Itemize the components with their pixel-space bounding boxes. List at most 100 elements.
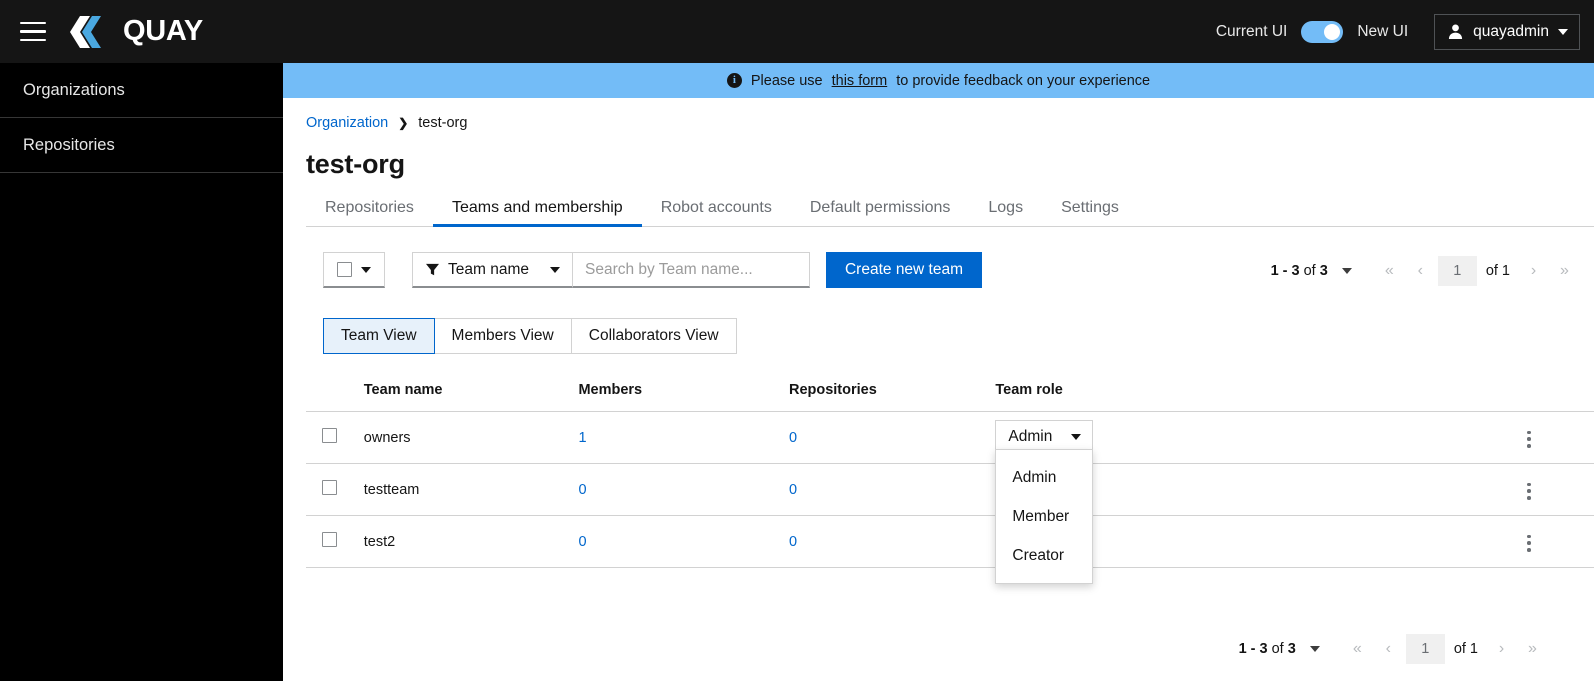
new-ui-label: New UI: [1357, 22, 1409, 40]
pagination-summary: 1 - 3 of 3: [1239, 641, 1296, 657]
view-toggle-team[interactable]: Team View: [323, 318, 435, 354]
tab-label: Settings: [1061, 199, 1119, 216]
sidebar-navigation: Organizations Repositories: [0, 63, 283, 681]
pagination-total-pages: of 1: [1485, 262, 1510, 279]
bulk-select-dropdown[interactable]: [323, 252, 385, 288]
cell-members: 0: [578, 463, 789, 516]
cell-members: 1: [578, 411, 789, 464]
table-row: testteam 0 0 Member: [306, 463, 1594, 516]
user-menu-button[interactable]: quayadmin: [1434, 13, 1580, 50]
pagination-next-button[interactable]: ›: [1486, 633, 1517, 664]
cell-repositories: 0: [788, 463, 996, 516]
header-members: Members: [578, 382, 789, 412]
pagination-total-pages: of 1: [1453, 640, 1478, 657]
header-team-name: Team name: [363, 382, 579, 412]
view-toggle-members[interactable]: Members View: [434, 318, 572, 354]
role-option-creator[interactable]: Creator: [996, 536, 1092, 575]
cell-team-name: test2: [363, 515, 579, 568]
toolbar-left-group: Team name Create new team: [323, 252, 983, 288]
members-count-link[interactable]: 1: [578, 430, 586, 446]
quay-brand[interactable]: QUAY: [70, 14, 203, 50]
filter-attribute-dropdown[interactable]: Team name: [412, 252, 573, 288]
pagination-previous-button[interactable]: ‹: [1405, 255, 1436, 286]
tab-robot-accounts[interactable]: Robot accounts: [642, 189, 791, 226]
pagination-first-button[interactable]: «: [1342, 633, 1373, 664]
username-label: quayadmin: [1473, 22, 1549, 40]
cell-team-name: testteam: [363, 463, 579, 516]
sidebar-item-label: Organizations: [23, 80, 125, 99]
checkbox-icon: [337, 262, 352, 277]
brand-name: QUAY: [123, 15, 203, 47]
tab-label: Repositories: [325, 199, 414, 216]
breadcrumb-organization-link[interactable]: Organization: [306, 115, 388, 131]
pagination-bottom: 1 - 3 of 3 « ‹ of 1 › »: [1239, 633, 1548, 664]
pagination-per-page-dropdown[interactable]: [1341, 267, 1352, 274]
tab-logs[interactable]: Logs: [969, 189, 1042, 226]
pagination-last-button[interactable]: »: [1517, 633, 1548, 664]
view-toggle-label: Collaborators View: [588, 327, 719, 344]
filter-attribute-label: Team name: [448, 260, 529, 278]
pagination-previous-button[interactable]: ‹: [1373, 633, 1404, 664]
view-toggle-label: Team View: [341, 327, 417, 344]
cell-actions: [1335, 411, 1594, 464]
teams-table: Team name Members Repositories Team role…: [306, 382, 1594, 584]
row-kebab-menu-icon[interactable]: [1522, 426, 1536, 453]
header-actions: [1335, 382, 1594, 412]
breadcrumb: Organization ❯ test-org: [283, 98, 1594, 131]
row-checkbox[interactable]: [322, 532, 337, 547]
row-kebab-menu-icon[interactable]: [1522, 478, 1536, 505]
table-row: owners 1 0 Admin Admin Member Creator: [306, 411, 1594, 584]
pagination-summary: 1 - 3 of 3: [1271, 263, 1328, 279]
chevron-down-icon: [361, 266, 371, 273]
tab-label: Default permissions: [809, 199, 951, 216]
cell-actions: [1335, 463, 1594, 516]
chevron-down-icon: [1071, 434, 1082, 440]
tab-repositories[interactable]: Repositories: [306, 189, 433, 226]
user-avatar-icon: [1449, 24, 1463, 39]
pagination-per-page-dropdown[interactable]: [1309, 645, 1320, 652]
sidebar-item-repositories[interactable]: Repositories: [0, 118, 283, 173]
header-repositories: Repositories: [788, 382, 996, 412]
tab-settings[interactable]: Settings: [1042, 189, 1138, 226]
pagination-last-button[interactable]: »: [1549, 255, 1580, 286]
repositories-count-link[interactable]: 0: [789, 430, 797, 446]
filter-search-group: Team name: [412, 252, 810, 288]
main-content: Organization ❯ test-org test-org Reposit…: [283, 98, 1594, 681]
pagination-next-button[interactable]: ›: [1518, 255, 1549, 286]
members-count-link[interactable]: 0: [578, 482, 586, 498]
tab-label: Robot accounts: [660, 199, 772, 216]
sidebar-item-organizations[interactable]: Organizations: [0, 63, 283, 118]
role-option-member[interactable]: Member: [996, 497, 1092, 536]
pagination-range: 1 - 3: [1270, 262, 1300, 279]
page-title: test-org: [306, 149, 405, 179]
row-checkbox[interactable]: [322, 480, 337, 495]
chevron-down-icon: [549, 266, 560, 273]
members-count-link[interactable]: 0: [578, 534, 586, 550]
search-input[interactable]: [572, 252, 810, 288]
feedback-banner: i Please use this form to provide feedba…: [283, 63, 1594, 98]
tab-default-permissions[interactable]: Default permissions: [791, 189, 970, 226]
ui-version-toggle[interactable]: [1301, 20, 1344, 43]
role-option-admin[interactable]: Admin: [996, 458, 1092, 497]
tab-bar: Repositories Teams and membership Robot …: [306, 189, 1594, 227]
table-toolbar: Team name Create new team 1 - 3 of 3 « ‹…: [283, 252, 1594, 288]
row-kebab-menu-icon[interactable]: [1522, 530, 1536, 557]
chevron-down-icon: [1558, 28, 1568, 35]
pagination-page-input[interactable]: [1437, 255, 1477, 286]
create-new-team-button[interactable]: Create new team: [825, 252, 983, 288]
row-checkbox[interactable]: [322, 428, 337, 443]
repositories-count-link[interactable]: 0: [789, 534, 797, 550]
tab-teams-and-membership[interactable]: Teams and membership: [432, 189, 642, 227]
cell-team-role: Admin Admin Member Creator: [995, 411, 1336, 584]
view-toggle-collaborators[interactable]: Collaborators View: [571, 318, 737, 354]
repositories-count-link[interactable]: 0: [789, 482, 797, 498]
hamburger-menu-icon[interactable]: [16, 18, 50, 46]
view-toggle-group: Team View Members View Collaborators Vie…: [323, 318, 1594, 354]
pagination-first-button[interactable]: «: [1374, 255, 1405, 286]
table-header: Team name Members Repositories Team role: [306, 382, 1594, 412]
tab-label: Logs: [988, 199, 1024, 216]
application-window: QUAY Current UI New UI quayadmin Organiz…: [0, 0, 1594, 681]
team-role-value: Admin: [1008, 428, 1053, 445]
feedback-form-link[interactable]: this form: [832, 73, 888, 89]
pagination-page-input[interactable]: [1405, 633, 1445, 664]
